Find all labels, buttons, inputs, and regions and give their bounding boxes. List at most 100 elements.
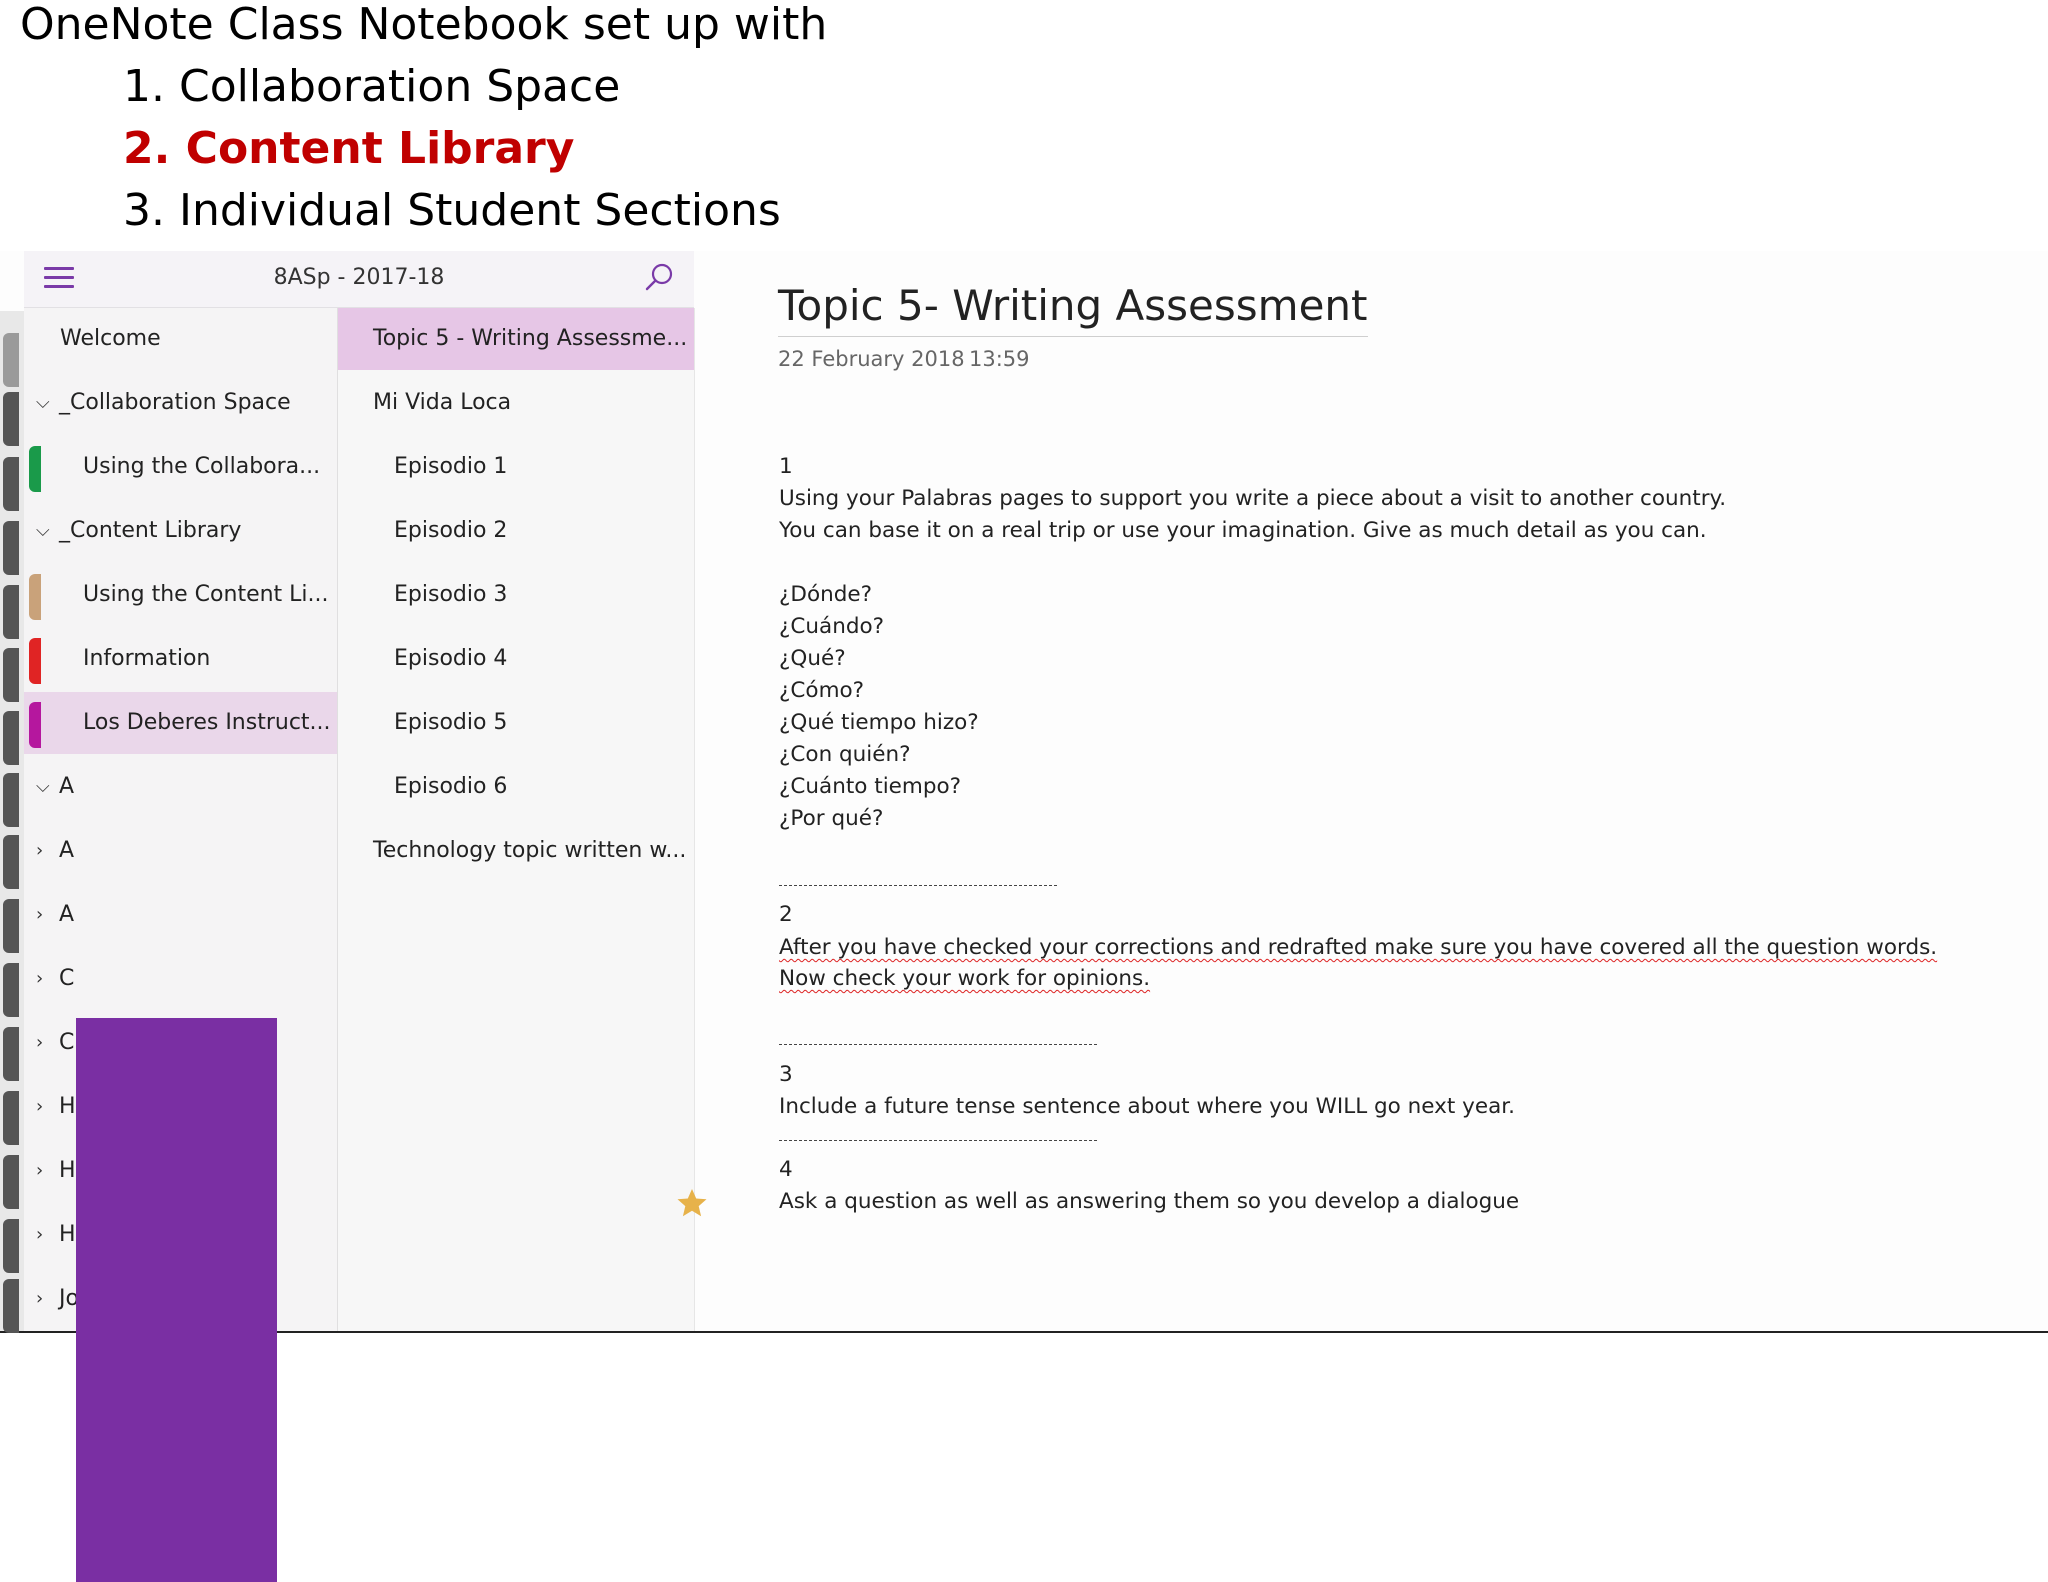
subpage-item[interactable]: Episodio 5 [338, 692, 694, 754]
section-tab[interactable] [3, 585, 19, 639]
task-text[interactable]: After you have checked your corrections … [779, 935, 1937, 960]
chevron-down-icon[interactable]: ⌵ [36, 756, 50, 818]
section-color-marker [29, 574, 41, 620]
task-number[interactable]: 1 [779, 454, 793, 479]
section-item[interactable]: Information [24, 628, 337, 690]
section-item-selected[interactable]: Los Deberes Instruct... [24, 692, 337, 754]
redaction-block [76, 1018, 277, 1582]
section-tab[interactable] [3, 1279, 19, 1333]
student-section-label: A [59, 838, 75, 863]
section-label: Using the Collabora... [83, 454, 321, 479]
section-tab[interactable] [3, 521, 19, 575]
student-section-label: A [59, 774, 75, 799]
question-word[interactable]: ¿Cuándo? [779, 614, 884, 639]
student-section-label: C [59, 1030, 75, 1055]
question-word[interactable]: ¿Cómo? [779, 678, 864, 703]
section-tab[interactable] [3, 1155, 19, 1209]
dashed-divider [779, 1044, 1097, 1045]
question-word[interactable]: ¿Qué tiempo hizo? [779, 710, 979, 735]
section-label: Information [83, 646, 211, 671]
chevron-right-icon[interactable]: › [36, 1076, 43, 1138]
task-number[interactable]: 3 [779, 1062, 793, 1087]
section-item[interactable]: Welcome [24, 308, 337, 370]
chevron-right-icon[interactable]: › [36, 1268, 43, 1330]
task-text[interactable]: Include a future tense sentence about wh… [779, 1094, 1515, 1119]
section-tab[interactable] [3, 333, 19, 387]
dashed-divider [779, 1140, 1097, 1141]
section-tab[interactable] [3, 773, 19, 827]
page-item-selected[interactable]: Topic 5 - Writing Assessme... [338, 308, 694, 370]
notebook-name[interactable]: 8ASp - 2017-18 [24, 265, 694, 290]
subpage-item[interactable]: Episodio 2 [338, 500, 694, 562]
student-section-label: C [59, 966, 75, 991]
section-item[interactable]: Using the Content Li... [24, 564, 337, 626]
section-tab[interactable] [3, 835, 19, 889]
section-tab[interactable] [3, 648, 19, 702]
section-color-marker [29, 702, 41, 748]
student-section-group[interactable]: ⌵ A [24, 756, 337, 818]
question-word[interactable]: ¿Dónde? [779, 582, 872, 607]
task-text[interactable]: Using your Palabras pages to support you… [779, 486, 1726, 511]
section-group[interactable]: ⌵ _Collaboration Space [24, 372, 337, 434]
page-label: Episodio 2 [394, 518, 508, 543]
search-icon[interactable] [642, 261, 676, 295]
section-label: _Content Library [59, 518, 242, 543]
section-color-marker [29, 446, 41, 492]
notebook-header: 8ASp - 2017-18 [24, 251, 694, 308]
page-label: Topic 5 - Writing Assessme... [373, 326, 688, 351]
page-title[interactable]: Topic 5- Writing Assessment [778, 281, 1368, 337]
subpage-item[interactable]: Episodio 1 [338, 436, 694, 498]
chevron-down-icon[interactable]: ⌵ [36, 500, 50, 562]
task-text[interactable]: Ask a question as well as answering them… [779, 1189, 1519, 1214]
slide-item: 3. Individual Student Sections [123, 185, 781, 236]
section-tab[interactable] [3, 711, 19, 765]
task-text[interactable]: You can base it on a real trip or use yo… [779, 518, 1707, 543]
pages-pane: Topic 5 - Writing Assessme... Mi Vida Lo… [338, 308, 695, 1331]
page-label: Episodio 3 [394, 582, 508, 607]
page-item[interactable]: Mi Vida Loca [338, 372, 694, 434]
student-section-group[interactable]: › C [24, 948, 337, 1010]
subpage-item[interactable]: Episodio 4 [338, 628, 694, 690]
subpage-item[interactable]: Episodio 3 [338, 564, 694, 626]
section-tab[interactable] [3, 1027, 19, 1081]
page-date: 22 February 2018 [778, 347, 965, 371]
student-section-label: H [59, 1094, 76, 1119]
question-word[interactable]: ¿Cuánto tiempo? [779, 774, 961, 799]
student-section-group[interactable]: › A [24, 884, 337, 946]
page-canvas[interactable]: Topic 5- Writing Assessment 22 February … [677, 251, 2048, 1329]
section-group[interactable]: ⌵ _Content Library [24, 500, 337, 562]
chevron-right-icon[interactable]: › [36, 884, 43, 946]
chevron-right-icon[interactable]: › [36, 1140, 43, 1202]
section-tab[interactable] [3, 963, 19, 1017]
section-tab[interactable] [3, 392, 19, 446]
page-item[interactable]: Technology topic written w... [338, 820, 694, 882]
page-label: Technology topic written w... [373, 838, 687, 863]
section-tab[interactable] [3, 1091, 19, 1145]
task-number[interactable]: 2 [779, 902, 793, 927]
star-tag-icon[interactable] [675, 1186, 709, 1220]
section-label: _Collaboration Space [59, 390, 291, 415]
chevron-right-icon[interactable]: › [36, 820, 43, 882]
question-word[interactable]: ¿Qué? [779, 646, 846, 671]
question-word[interactable]: ¿Con quién? [779, 742, 911, 767]
student-section-label: H [59, 1222, 76, 1247]
slide-item: 1. Collaboration Space [123, 61, 621, 112]
chevron-down-icon[interactable]: ⌵ [36, 372, 50, 434]
slide-heading: OneNote Class Notebook set up with 1. Co… [20, 0, 827, 242]
section-tab[interactable] [3, 1219, 19, 1273]
chevron-right-icon[interactable]: › [36, 948, 43, 1010]
page-label: Mi Vida Loca [373, 390, 512, 415]
section-label: Welcome [60, 326, 161, 351]
chevron-right-icon[interactable]: › [36, 1204, 43, 1266]
section-item[interactable]: Using the Collabora... [24, 436, 337, 498]
task-text[interactable]: Now check your work for opinions. [779, 966, 1150, 991]
page-time: 13:59 [969, 347, 1030, 371]
student-section-group[interactable]: › A [24, 820, 337, 882]
section-tab[interactable] [3, 899, 19, 953]
question-word[interactable]: ¿Por qué? [779, 806, 883, 831]
subpage-item[interactable]: Episodio 6 [338, 756, 694, 818]
page-label: Episodio 5 [394, 710, 508, 735]
task-number[interactable]: 4 [779, 1157, 793, 1182]
section-tab[interactable] [3, 457, 19, 511]
chevron-right-icon[interactable]: › [36, 1012, 43, 1074]
